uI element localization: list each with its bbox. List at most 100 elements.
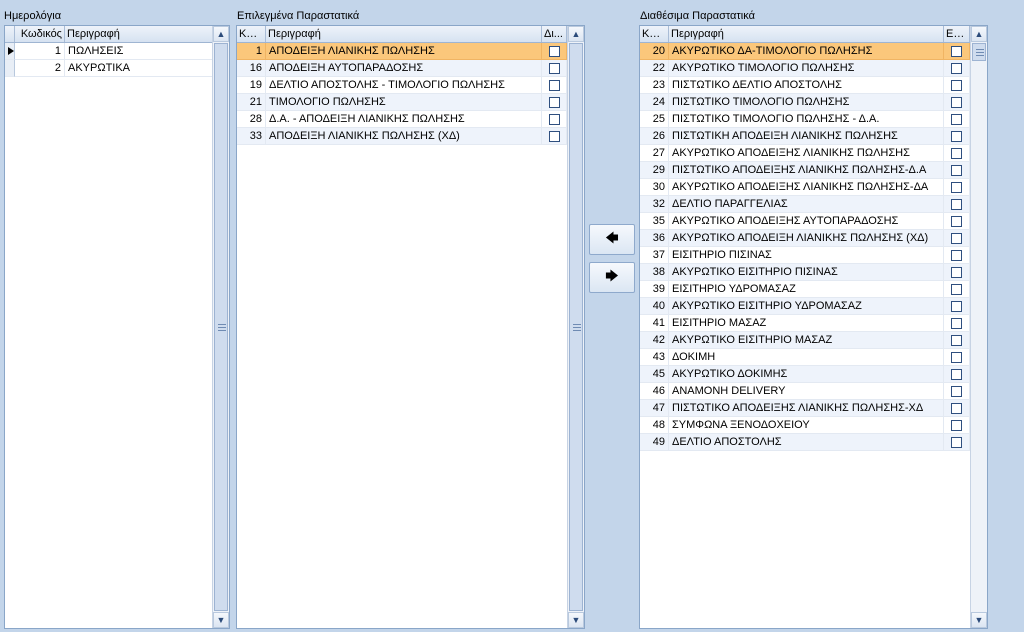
table-row[interactable]: 26 ΠΙΣΤΩΤΙΚΗ ΑΠΟΔΕΙΞΗ ΛΙΑΝΙΚΗΣ ΠΩΛΗΣΗΣ [640, 128, 970, 145]
column-header-code[interactable]: Κω... [237, 26, 266, 42]
table-row[interactable]: 1 ΑΠΟΔΕΙΞΗ ΛΙΑΝΙΚΗΣ ΠΩΛΗΣΗΣ [237, 43, 567, 60]
table-row[interactable]: 39 ΕΙΣΙΤΗΡΙΟ ΥΔΡΟΜΑΣΑΖ [640, 281, 970, 298]
table-row[interactable]: 33 ΑΠΟΔΕΙΞΗ ΛΙΑΝΙΚΗΣ ΠΩΛΗΣΗΣ (ΧΔ) [237, 128, 567, 145]
table-row[interactable]: 28 Δ.Α. - ΑΠΟΔΕΙΞΗ ΛΙΑΝΙΚΗΣ ΠΩΛΗΣΗΣ [237, 111, 567, 128]
cell-checkbox [542, 43, 567, 60]
table-row[interactable]: 37 ΕΙΣΙΤΗΡΙΟ ΠΙΣΙΝΑΣ [640, 247, 970, 264]
checkbox[interactable] [951, 317, 962, 329]
checkbox[interactable] [548, 96, 560, 108]
checkbox[interactable] [951, 436, 962, 448]
checkbox[interactable] [951, 130, 962, 142]
scrollbar-thumb[interactable] [972, 43, 986, 61]
selected-docs-scrollbar[interactable]: ▲ ▼ [567, 26, 584, 628]
scrollbar-thumb[interactable] [569, 43, 583, 611]
checkbox[interactable] [951, 45, 962, 57]
scroll-up-icon[interactable]: ▲ [213, 26, 229, 42]
checkbox[interactable] [951, 215, 962, 227]
checkbox[interactable] [951, 419, 962, 431]
table-row[interactable]: 45 ΑΚΥΡΩΤΙΚΟ ΔΟΚΙΜΗΣ [640, 366, 970, 383]
cell-code: 28 [237, 111, 266, 128]
scroll-up-icon[interactable]: ▲ [568, 26, 584, 42]
checkbox[interactable] [951, 232, 962, 244]
table-row[interactable]: 42 ΑΚΥΡΩΤΙΚΟ ΕΙΣΙΤΗΡΙΟ ΜΑΣΑΖ [640, 332, 970, 349]
row-indicator[interactable] [5, 43, 15, 60]
available-docs-grid[interactable]: Κω... Περιγραφή Επ... 20 ΑΚΥΡΩΤΙΚΟ ΔΑ-ΤΙΜ… [639, 25, 988, 629]
checkbox[interactable] [951, 385, 962, 397]
table-row[interactable]: 21 ΤΙΜΟΛΟΓΙΟ ΠΩΛΗΣΗΣ [237, 94, 567, 111]
checkbox[interactable] [548, 113, 560, 125]
table-row[interactable]: 20 ΑΚΥΡΩΤΙΚΟ ΔΑ-ΤΙΜΟΛΟΓΙΟ ΠΩΛΗΣΗΣ [640, 43, 970, 60]
checkbox[interactable] [951, 402, 962, 414]
checkbox[interactable] [548, 79, 560, 91]
table-row[interactable]: 29 ΠΙΣΤΩΤΙΚΟ ΑΠΟΔΕΙΞΗΣ ΛΙΑΝΙΚΗΣ ΠΩΛΗΣΗΣ-Δ… [640, 162, 970, 179]
checkbox[interactable] [951, 283, 962, 295]
move-left-button[interactable]: 🡄 [589, 224, 635, 255]
checkbox[interactable] [951, 62, 962, 74]
table-row[interactable]: 38 ΑΚΥΡΩΤΙΚΟ ΕΙΣΙΤΗΡΙΟ ΠΙΣΙΝΑΣ [640, 264, 970, 281]
table-row[interactable]: 43 ΔΟΚΙΜΗ [640, 349, 970, 366]
column-header-description[interactable]: Περιγραφή [266, 26, 542, 42]
move-right-button[interactable]: 🡆 [589, 262, 635, 293]
checkbox[interactable] [951, 198, 962, 210]
column-header-description[interactable]: Περιγραφή [65, 26, 213, 42]
table-row[interactable]: 47 ΠΙΣΤΩΤΙΚΟ ΑΠΟΔΕΙΞΗΣ ΛΙΑΝΙΚΗΣ ΠΩΛΗΣΗΣ-Χ… [640, 400, 970, 417]
scroll-up-icon[interactable]: ▲ [971, 26, 987, 42]
table-row[interactable]: 23 ΠΙΣΤΩΤΙΚΟ ΔΕΛΤΙΟ ΑΠΟΣΤΟΛΗΣ [640, 77, 970, 94]
table-row[interactable]: 41 ΕΙΣΙΤΗΡΙΟ ΜΑΣΑΖ [640, 315, 970, 332]
cell-code: 37 [640, 247, 669, 264]
scroll-down-icon[interactable]: ▼ [971, 612, 987, 628]
column-header-flag[interactable]: Επ... [944, 26, 970, 42]
table-row[interactable]: 22 ΑΚΥΡΩΤΙΚΟ ΤΙΜΟΛΟΓΙΟ ΠΩΛΗΣΗΣ [640, 60, 970, 77]
checkbox[interactable] [548, 45, 560, 57]
cell-description: ΔΕΛΤΙΟ ΑΠΟΣΤΟΛΗΣ [669, 434, 944, 451]
table-row[interactable]: 19 ΔΕΛΤΙΟ ΑΠΟΣΤΟΛΗΣ - ΤΙΜΟΛΟΓΙΟ ΠΩΛΗΣΗΣ [237, 77, 567, 94]
cell-checkbox [944, 434, 970, 451]
checkbox[interactable] [951, 79, 962, 91]
available-docs-scrollbar[interactable]: ▲ ▼ [970, 26, 987, 628]
checkbox[interactable] [951, 368, 962, 380]
table-row[interactable]: 40 ΑΚΥΡΩΤΙΚΟ ΕΙΣΙΤΗΡΙΟ ΥΔΡΟΜΑΣΑΖ [640, 298, 970, 315]
table-row[interactable]: 36 ΑΚΥΡΩΤΙΚΟ ΑΠΟΔΕΙΞΗ ΛΙΑΝΙΚΗΣ ΠΩΛΗΣΗΣ (Χ… [640, 230, 970, 247]
column-header-flag[interactable]: Δι... [542, 26, 567, 42]
cell-description: ΑΚΥΡΩΤΙΚΟ ΕΙΣΙΤΗΡΙΟ ΜΑΣΑΖ [669, 332, 944, 349]
checkbox[interactable] [548, 130, 560, 142]
table-row[interactable]: 30 ΑΚΥΡΩΤΙΚΟ ΑΠΟΔΕΙΞΗΣ ΛΙΑΝΙΚΗΣ ΠΩΛΗΣΗΣ-Δ… [640, 179, 970, 196]
checkbox[interactable] [951, 249, 962, 261]
checkbox[interactable] [951, 334, 962, 346]
cell-description: ΠΙΣΤΩΤΙΚΟ ΔΕΛΤΙΟ ΑΠΟΣΤΟΛΗΣ [669, 77, 944, 94]
checkbox[interactable] [951, 96, 962, 108]
table-row[interactable]: 48 ΣΥΜΦΩΝΑ ΞΕΝΟΔΟΧΕΙΟΥ [640, 417, 970, 434]
checkbox[interactable] [548, 62, 560, 74]
checkbox[interactable] [951, 351, 962, 363]
scrollbar-thumb[interactable] [214, 43, 228, 611]
table-row[interactable]: 27 ΑΚΥΡΩΤΙΚΟ ΑΠΟΔΕΙΞΗΣ ΛΙΑΝΙΚΗΣ ΠΩΛΗΣΗΣ [640, 145, 970, 162]
arrow-right-icon: 🡆 [605, 267, 619, 283]
checkbox[interactable] [951, 300, 962, 312]
column-header-code[interactable]: Κω... [640, 26, 669, 42]
calendars-grid[interactable]: Κωδικός Περιγραφή 1 ΠΩΛΗΣΕΙΣ 2 ΑΚΥΡΩΤΙΚΑ ▲ … [4, 25, 230, 629]
selected-docs-grid[interactable]: Κω... Περιγραφή Δι... 1 ΑΠΟΔΕΙΞΗ ΛΙΑΝΙΚΗΣ… [236, 25, 585, 629]
table-row[interactable]: 32 ΔΕΛΤΙΟ ΠΑΡΑΓΓΕΛΙΑΣ [640, 196, 970, 213]
table-row[interactable]: 35 ΑΚΥΡΩΤΙΚΟ ΑΠΟΔΕΙΞΗΣ ΑΥΤΟΠΑΡΑΔΟΣΗΣ [640, 213, 970, 230]
checkbox[interactable] [951, 147, 962, 159]
table-row[interactable]: 25 ΠΙΣΤΩΤΙΚΟ ΤΙΜΟΛΟΓΙΟ ΠΩΛΗΣΗΣ - Δ.Α. [640, 111, 970, 128]
scroll-down-icon[interactable]: ▼ [568, 612, 584, 628]
cell-description: ΑΚΥΡΩΤΙΚΟ ΤΙΜΟΛΟΓΙΟ ΠΩΛΗΣΗΣ [669, 60, 944, 77]
checkbox[interactable] [951, 266, 962, 278]
table-row[interactable]: 1 ΠΩΛΗΣΕΙΣ [5, 43, 213, 60]
checkbox[interactable] [951, 113, 962, 125]
cell-code: 42 [640, 332, 669, 349]
column-header-code[interactable]: Κωδικός [15, 26, 65, 42]
row-indicator[interactable] [5, 60, 15, 77]
column-header-description[interactable]: Περιγραφή [669, 26, 944, 42]
table-row[interactable]: 24 ΠΙΣΤΩΤΙΚΟ ΤΙΜΟΛΟΓΙΟ ΠΩΛΗΣΗΣ [640, 94, 970, 111]
table-row[interactable]: 2 ΑΚΥΡΩΤΙΚΑ [5, 60, 213, 77]
scroll-down-icon[interactable]: ▼ [213, 612, 229, 628]
checkbox[interactable] [951, 164, 962, 176]
table-row[interactable]: 46 ΑΝΑΜΟΝΗ DELIVERY [640, 383, 970, 400]
calendars-scrollbar[interactable]: ▲ ▼ [212, 26, 229, 628]
table-row[interactable]: 49 ΔΕΛΤΙΟ ΑΠΟΣΤΟΛΗΣ [640, 434, 970, 451]
checkbox[interactable] [951, 181, 962, 193]
table-row[interactable]: 16 ΑΠΟΔΕΙΞΗ ΑΥΤΟΠΑΡΑΔΟΣΗΣ [237, 60, 567, 77]
cell-checkbox [944, 264, 970, 281]
